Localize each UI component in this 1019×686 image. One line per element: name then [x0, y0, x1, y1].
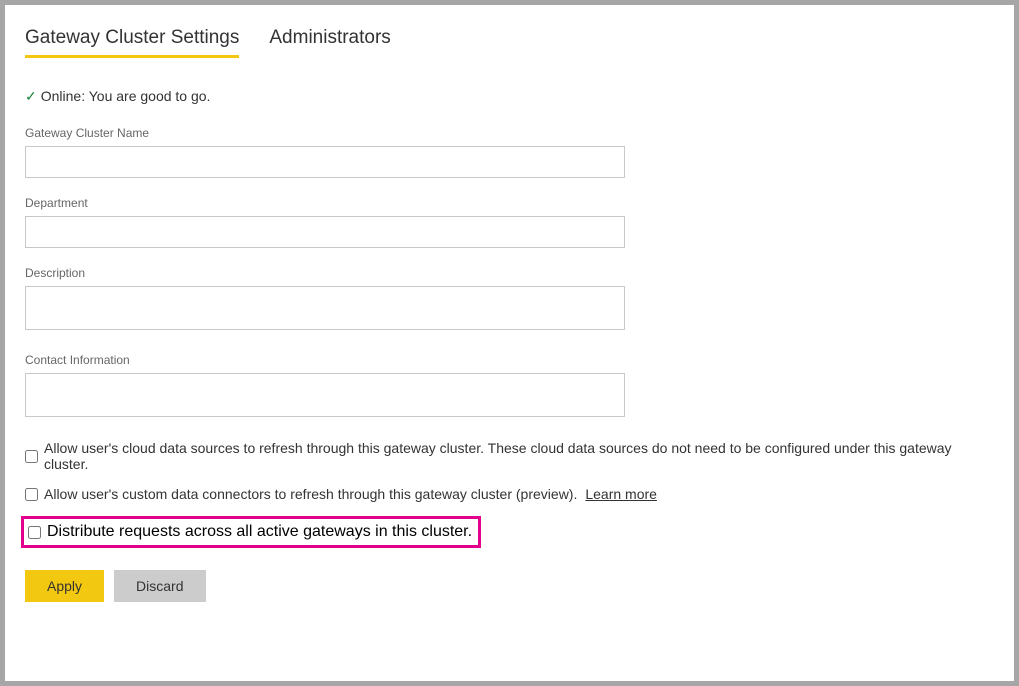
input-description[interactable] — [25, 286, 625, 330]
input-contact[interactable] — [25, 373, 625, 417]
checkbox-distribute-requests[interactable] — [28, 526, 41, 539]
checkbox-label-distribute: Distribute requests across all active ga… — [47, 523, 472, 541]
label-description: Description — [25, 266, 994, 280]
checkbox-cloud-refresh[interactable] — [25, 450, 38, 463]
checkbox-label-cloud-refresh: Allow user's cloud data sources to refre… — [44, 440, 994, 472]
checkbox-row-cloud-refresh: Allow user's cloud data sources to refre… — [25, 440, 994, 472]
tab-gateway-cluster-settings[interactable]: Gateway Cluster Settings — [25, 27, 239, 58]
checkbox-label-custom-connectors: Allow user's custom data connectors to r… — [44, 486, 577, 502]
tab-administrators[interactable]: Administrators — [269, 27, 390, 58]
apply-button[interactable]: Apply — [25, 570, 104, 602]
checkbox-row-custom-connectors: Allow user's custom data connectors to r… — [25, 486, 994, 502]
input-cluster-name[interactable] — [25, 146, 625, 178]
tab-bar: Gateway Cluster Settings Administrators — [25, 27, 994, 58]
label-cluster-name: Gateway Cluster Name — [25, 126, 994, 140]
field-department: Department — [25, 196, 994, 248]
settings-panel: Gateway Cluster Settings Administrators … — [5, 5, 1014, 681]
button-row: Apply Discard — [25, 570, 994, 602]
learn-more-link[interactable]: Learn more — [585, 486, 657, 502]
label-department: Department — [25, 196, 994, 210]
input-department[interactable] — [25, 216, 625, 248]
status-text: Online: You are good to go. — [41, 88, 211, 104]
checkbox-custom-connectors[interactable] — [25, 488, 38, 501]
discard-button[interactable]: Discard — [114, 570, 205, 602]
field-contact: Contact Information — [25, 353, 994, 422]
checkmark-icon: ✓ — [25, 89, 37, 103]
field-description: Description — [25, 266, 994, 335]
highlighted-option: Distribute requests across all active ga… — [21, 516, 481, 548]
status-row: ✓ Online: You are good to go. — [25, 88, 994, 104]
field-cluster-name: Gateway Cluster Name — [25, 126, 994, 178]
label-contact: Contact Information — [25, 353, 994, 367]
